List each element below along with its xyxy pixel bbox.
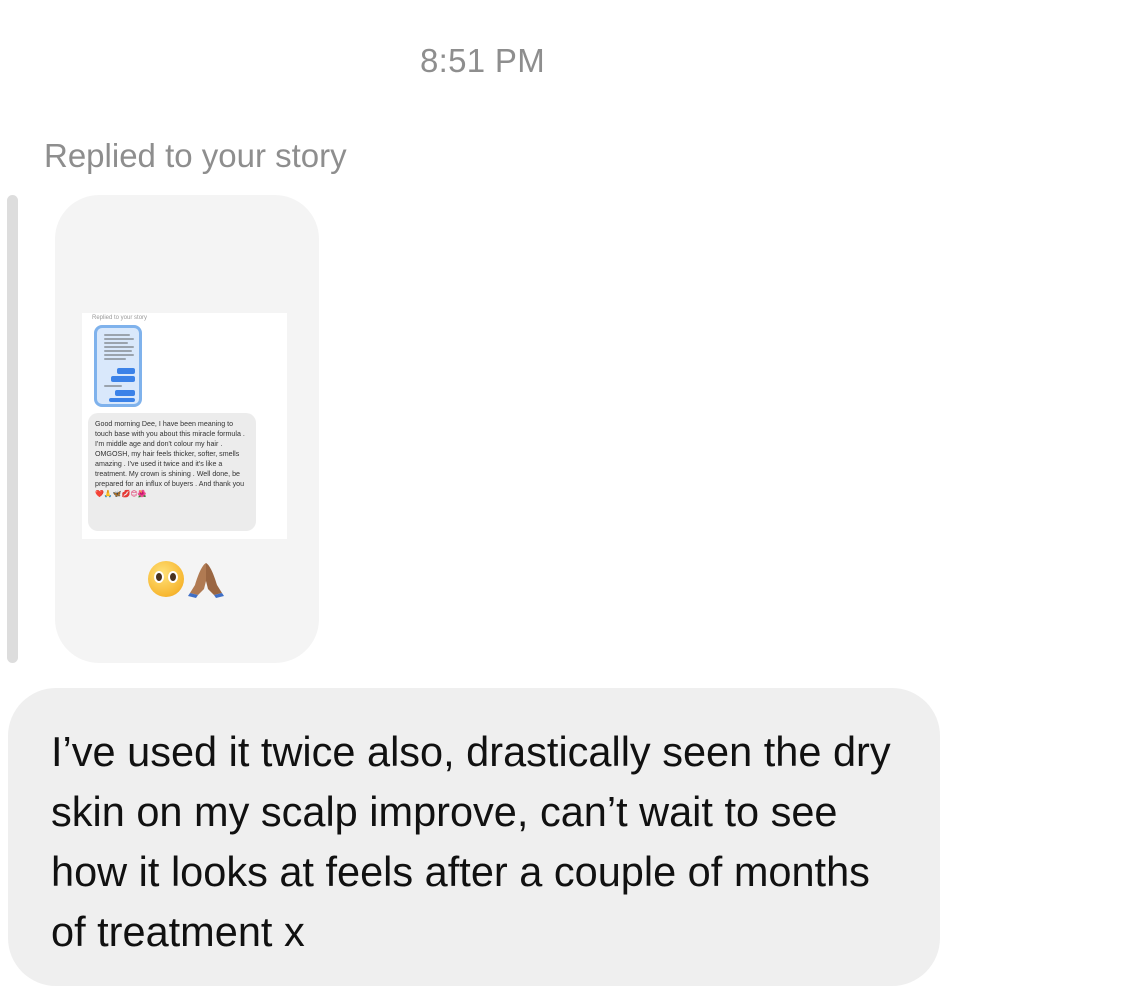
message-timestamp: 8:51 PM <box>420 42 545 79</box>
reply-indicator-bar <box>7 195 18 663</box>
screenshot-reply-label: Replied to your story <box>92 315 148 321</box>
screenshot-message-text: Good morning Dee, I have been meaning to… <box>95 420 245 488</box>
story-preview-card[interactable]: Replied to your story Good morning Dee, … <box>55 195 319 663</box>
story-reply-label: Replied to your story <box>44 137 347 174</box>
screenshot-message-bubble: Good morning Dee, I have been meaning to… <box>88 413 256 531</box>
received-message-bubble[interactable]: I’ve used it twice also, drastically see… <box>8 688 940 986</box>
pleading-face-icon <box>148 561 184 597</box>
message-text: I’ve used it twice also, drastically see… <box>51 728 891 955</box>
screenshot-thumbnail <box>94 325 142 407</box>
story-screenshot-image: Replied to your story Good morning Dee, … <box>82 313 287 539</box>
story-reaction-emojis <box>55 558 319 599</box>
folded-hands-icon <box>186 559 226 599</box>
screenshot-message-emojis: ❤️🙏🦋💋😊🌺 <box>95 490 147 498</box>
